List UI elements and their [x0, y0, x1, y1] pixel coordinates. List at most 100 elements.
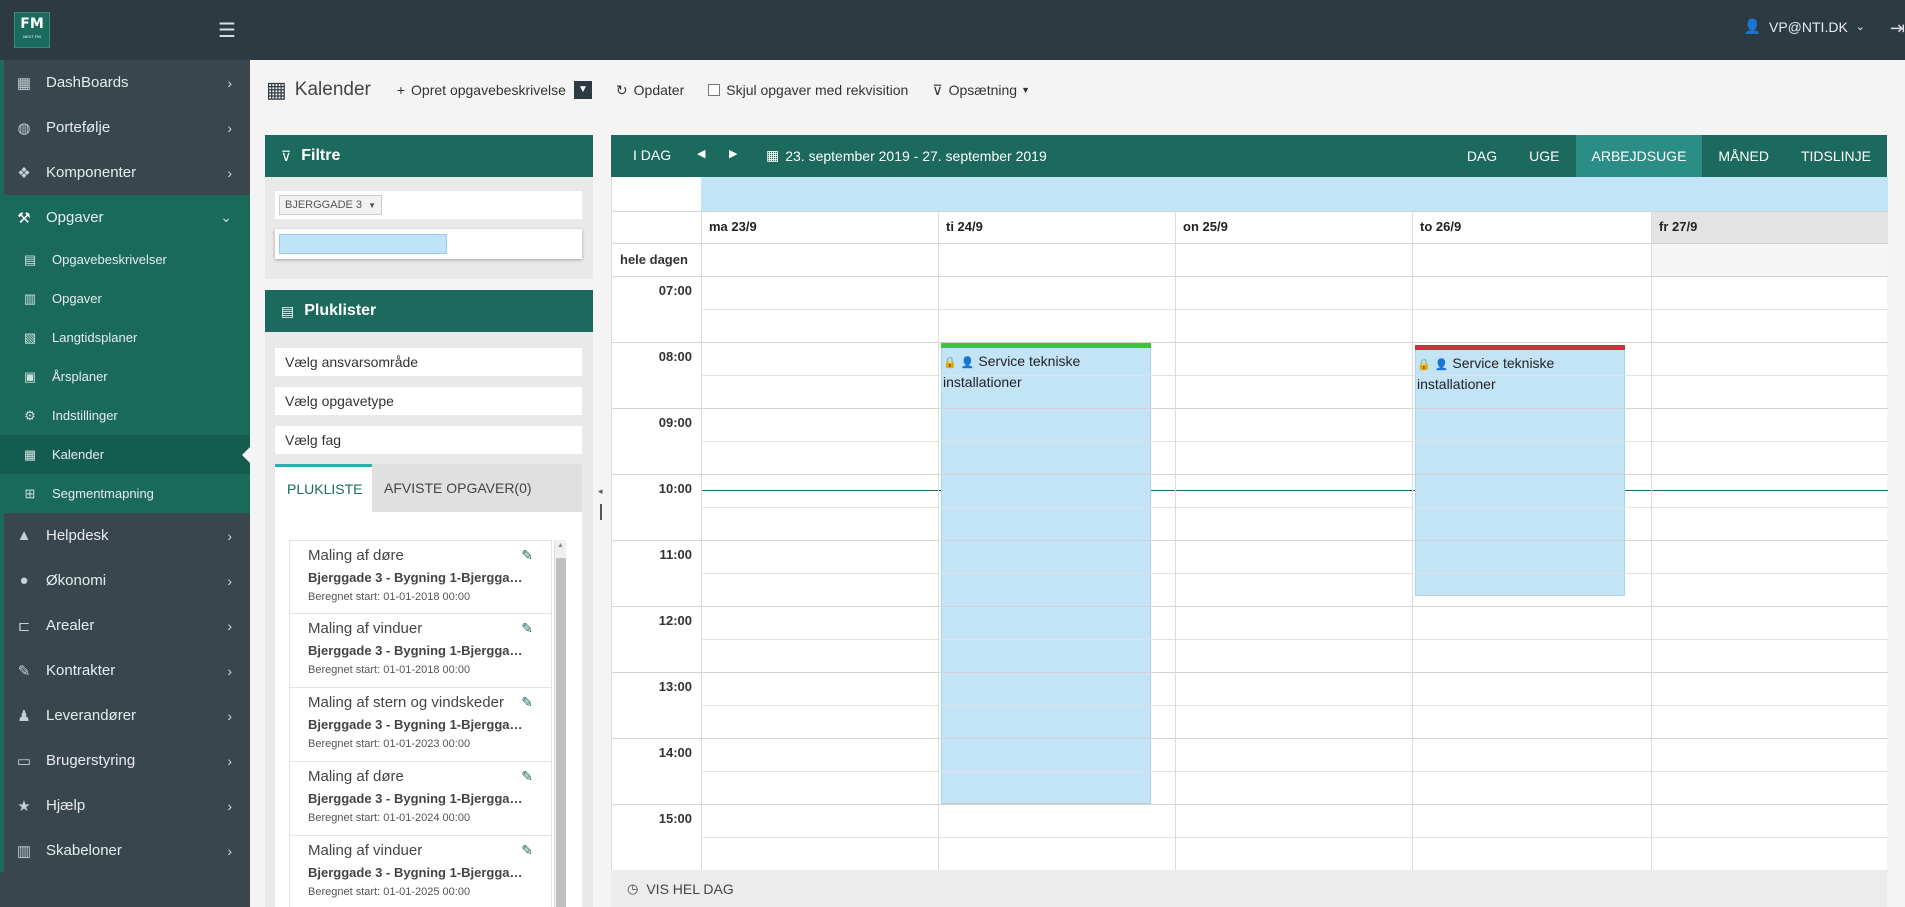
- chevron-right-icon: ›: [227, 842, 232, 859]
- dashboard-icon: ▦: [16, 74, 32, 92]
- select-responsibility-area[interactable]: Vælg ansvarsområde: [275, 348, 582, 376]
- sidebar-item-okonomi[interactable]: ● Økonomi ›: [0, 558, 250, 603]
- sidebar-subitem-label: Kalender: [52, 447, 105, 462]
- sidebar-subitem-opgavebeskrivelser[interactable]: ▤ Opgavebeskrivelser: [0, 240, 250, 279]
- current-time-line: [701, 490, 1888, 491]
- view-day-button[interactable]: DAG: [1451, 135, 1513, 177]
- sidebar-item-dashboards[interactable]: ▦ DashBoards ›: [0, 60, 250, 105]
- next-icon[interactable]: ▶: [729, 147, 737, 160]
- edit-icon[interactable]: ✎: [521, 620, 533, 637]
- user-menu[interactable]: 👤 VP@NTI.DK ⌄: [1744, 18, 1865, 35]
- grid-line: [612, 738, 1888, 739]
- view-timeline-button[interactable]: TIDSLINJE: [1785, 135, 1887, 177]
- day-header: ti 24/9: [946, 219, 983, 234]
- sidebar-item-leverandorer[interactable]: ♟ Leverandører ›: [0, 693, 250, 738]
- filter-input-highlight: [279, 234, 447, 254]
- hide-requisition-toggle[interactable]: Skjul opgaver med rekvisition: [708, 82, 908, 98]
- select-trade[interactable]: Vælg fag: [275, 426, 582, 454]
- previous-icon[interactable]: ◀: [697, 147, 705, 160]
- edit-icon[interactable]: ✎: [521, 842, 533, 859]
- time-label: 14:00: [658, 745, 692, 760]
- app-logo[interactable]: FM NEXT FM: [14, 12, 50, 48]
- collapse-sidebar-icon[interactable]: ☰: [218, 18, 236, 43]
- sidebar-item-hjaelp[interactable]: ★ Hjælp ›: [0, 783, 250, 828]
- sidebar-item-opgaver[interactable]: ⚒ Opgaver ⌄: [0, 195, 250, 240]
- create-dropdown-toggle[interactable]: ▼: [573, 81, 592, 99]
- caret-down-icon: ▼: [1021, 85, 1030, 95]
- grid-line: [612, 211, 1888, 212]
- plukliste-list: Maling af døre Bjerggade 3 - Bygning 1-B…: [289, 540, 552, 907]
- filters-panel-header[interactable]: ⊽ Filtre: [265, 135, 593, 177]
- floorplan-icon: ⊏: [17, 617, 31, 635]
- sidebar-item-label: Arealer: [46, 617, 95, 634]
- sidebar-subitem-label: Langtidsplaner: [52, 330, 138, 345]
- cubes-icon: ❖: [17, 164, 31, 182]
- view-switcher: DAG UGE ARBEJDSUGE MÅNED TIDSLINJE: [1451, 135, 1887, 177]
- documents-icon: ▧: [23, 329, 37, 345]
- user-icon: 👤: [1743, 18, 1761, 34]
- sidebar-item-skabeloner[interactable]: ▥ Skabeloner ›: [0, 828, 250, 873]
- sidebar-item-label: Skabeloner: [46, 842, 122, 859]
- date-range-picker[interactable]: ▦ 23. september 2019 - 27. september 201…: [766, 147, 1047, 164]
- sidebar-subitem-label: Opgavebeskrivelser: [52, 252, 167, 267]
- pluklister-panel-header[interactable]: ▤ Pluklister: [265, 290, 593, 332]
- filter-search-input[interactable]: [275, 229, 582, 259]
- sidebar-subitem-langtidsplaner[interactable]: ▧ Langtidsplaner: [0, 318, 250, 357]
- list-scrollbar[interactable]: ▲: [554, 540, 566, 907]
- sidebar-item-komponenter[interactable]: ❖ Komponenter ›: [0, 150, 250, 195]
- refresh-button[interactable]: ↻ Opdater: [616, 82, 684, 99]
- clipboard-check-icon: ▣: [23, 368, 37, 384]
- list-item[interactable]: Maling af vinduer Bjerggade 3 - Bygning …: [289, 836, 552, 907]
- scrollbar-thumb[interactable]: [556, 558, 566, 907]
- list-item[interactable]: Maling af døre Bjerggade 3 - Bygning 1-B…: [289, 540, 552, 614]
- list-item-start: Beregnet start: 01-01-2025 00:00: [308, 886, 471, 898]
- sidebar-item-kontrakter[interactable]: ✎ Kontrakter ›: [0, 648, 250, 693]
- sidebar-item-label: DashBoards: [46, 74, 129, 91]
- list-item-title: Maling af døre: [308, 547, 404, 564]
- edit-icon[interactable]: ✎: [521, 768, 533, 785]
- day-header: on 25/9: [1183, 219, 1228, 234]
- list-item-start: Beregnet start: 01-01-2023 00:00: [308, 738, 471, 750]
- grid-line: [701, 507, 1888, 508]
- calendar-event[interactable]: 🔒 👤 Service tekniske installationer: [1415, 345, 1625, 596]
- setup-dropdown[interactable]: ⊽ Opsætning ▼: [932, 82, 1030, 99]
- view-workweek-button[interactable]: ARBEJDSUGE: [1575, 135, 1703, 177]
- view-week-button[interactable]: UGE: [1513, 135, 1575, 177]
- panel-splitter[interactable]: ◂: [598, 486, 606, 520]
- sidebar-subitem-opgaver[interactable]: ▥ Opgaver: [0, 279, 250, 318]
- sidebar-item-arealer[interactable]: ⊏ Arealer ›: [0, 603, 250, 648]
- create-task-description-button[interactable]: + Opret opgavebeskrivelse ▼: [397, 81, 592, 99]
- sidebar-item-portefolje[interactable]: ◍ Portefølje ›: [0, 105, 250, 150]
- tab-afviste-opgaver[interactable]: AFVISTE OPGAVER(0): [372, 464, 544, 512]
- user-email: VP@NTI.DK: [1769, 18, 1848, 35]
- select-task-type[interactable]: Vælg opgavetype: [275, 387, 582, 415]
- calendar-event[interactable]: 🔒 👤 Service tekniske installationer: [941, 343, 1151, 804]
- sidebar-subitem-kalender[interactable]: ▦ Kalender: [0, 435, 250, 474]
- list-item[interactable]: Maling af døre Bjerggade 3 - Bygning 1-B…: [289, 762, 552, 836]
- sidebar-item-helpdesk[interactable]: ▲ Helpdesk ›: [0, 513, 250, 558]
- sidebar-subitem-segmentmapning[interactable]: ⊞ Segmentmapning: [0, 474, 250, 513]
- hide-requisition-checkbox[interactable]: [708, 84, 721, 96]
- tab-plukliste[interactable]: PLUKLISTE: [275, 464, 372, 512]
- sidebar-subitem-indstillinger[interactable]: ⚙ Indstillinger: [0, 396, 250, 435]
- sidebar-subitem-arsplaner[interactable]: ▣ Årsplaner: [0, 357, 250, 396]
- show-full-day-button[interactable]: ◷ VIS HEL DAG: [611, 870, 1887, 907]
- edit-icon[interactable]: ✎: [521, 694, 533, 711]
- list-item-title: Maling af døre: [308, 768, 404, 785]
- view-month-button[interactable]: MÅNED: [1702, 135, 1785, 177]
- today-button[interactable]: I DAG: [633, 147, 671, 163]
- sidebar-subitem-label: Opgaver: [52, 291, 102, 306]
- list-item[interactable]: Maling af vinduer Bjerggade 3 - Bygning …: [289, 614, 552, 688]
- sidebar-item-brugerstyring[interactable]: ▭ Brugerstyring ›: [0, 738, 250, 783]
- chevron-right-icon: ›: [227, 572, 232, 589]
- list-item[interactable]: Maling af stern og vindskeder Bjerggade …: [289, 688, 552, 762]
- chevron-right-icon: ›: [227, 752, 232, 769]
- edit-icon[interactable]: ✎: [521, 547, 533, 564]
- filter-icon: ⊽: [281, 147, 292, 164]
- time-label: 15:00: [658, 811, 692, 826]
- filter-tag-field[interactable]: BJERGGADE 3 ▼: [275, 191, 582, 219]
- scroll-up-icon[interactable]: ▲: [557, 542, 564, 549]
- time-label: 11:00: [659, 547, 692, 562]
- logout-icon[interactable]: ⇥: [1890, 18, 1905, 39]
- filter-tag[interactable]: BJERGGADE 3 ▼: [279, 195, 383, 215]
